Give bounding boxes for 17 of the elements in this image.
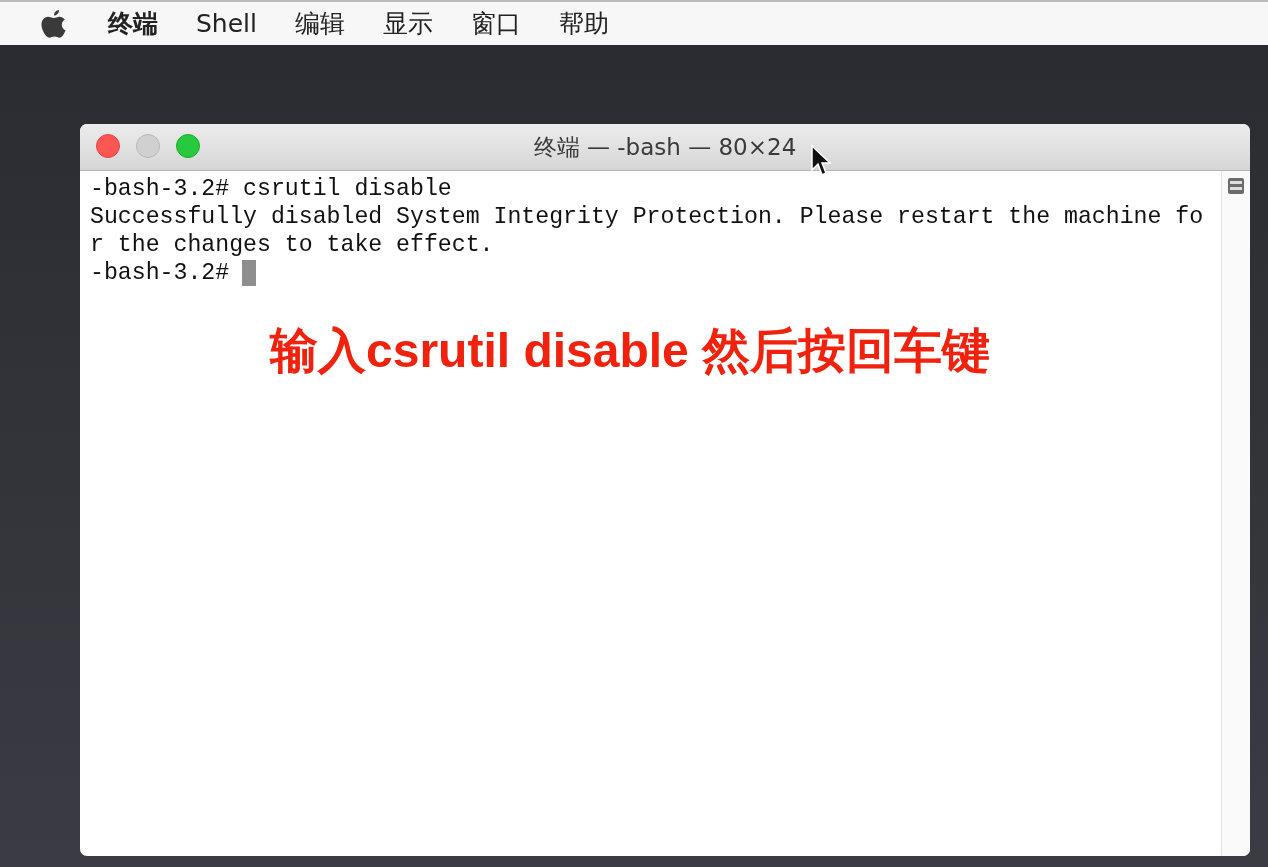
menu-item[interactable]: 窗口 [471, 7, 521, 40]
menu-item[interactable]: 帮助 [559, 7, 609, 40]
terminal-line: -bash-3.2# [90, 259, 230, 287]
window-title: 终端 — -bash — 80×24 [533, 132, 797, 162]
menu-item[interactable]: 终端 [108, 7, 158, 40]
menu-item[interactable]: Shell [196, 9, 257, 38]
annotation-text: 输入csrutil disable 然后按回车键 [268, 323, 992, 379]
apple-icon[interactable] [40, 7, 68, 40]
terminal-line: r the changes to take effect. [90, 231, 494, 259]
menu-item[interactable]: 编辑 [295, 7, 345, 40]
menu-item[interactable]: 显示 [383, 7, 433, 40]
zoom-button[interactable] [176, 134, 200, 158]
terminal-line: -bash-3.2# csrutil disable [90, 175, 452, 203]
close-button[interactable] [96, 134, 120, 158]
text-cursor [242, 260, 257, 286]
split-icon[interactable] [1227, 177, 1245, 195]
terminal-line: Successfully disabled System Integrity Protection. Please restart the machine fo [90, 203, 1204, 231]
